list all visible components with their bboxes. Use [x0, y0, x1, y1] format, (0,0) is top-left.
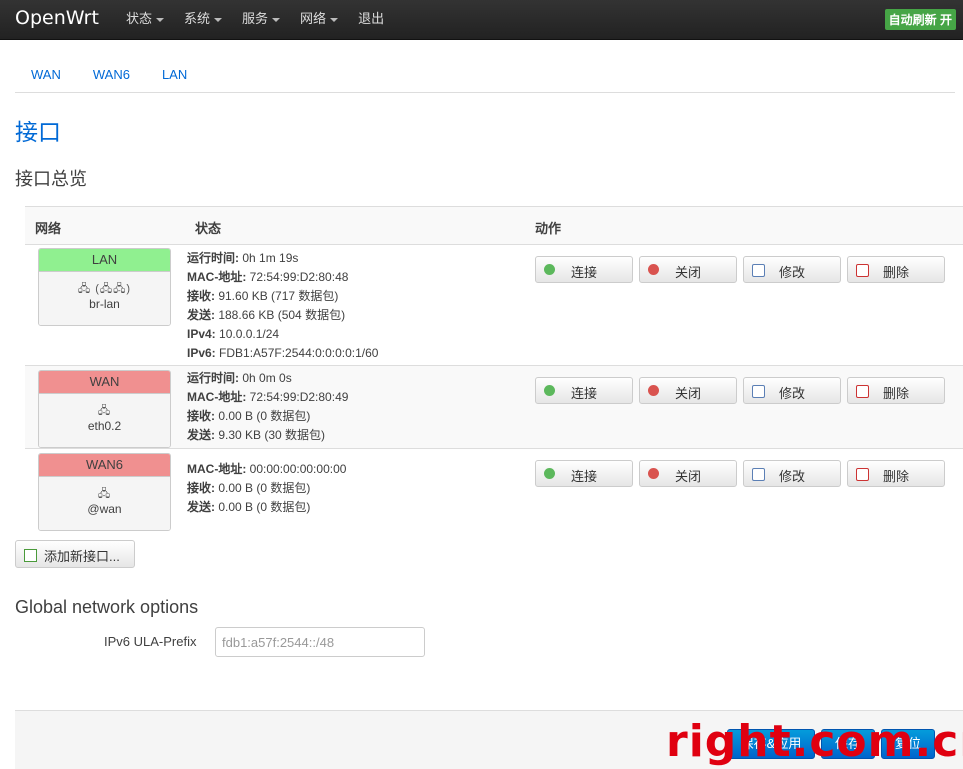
section-title: 接口总览 [15, 169, 87, 190]
connect-button[interactable]: 连接 [535, 256, 633, 283]
menu-system[interactable]: 系统 [174, 0, 232, 39]
edit-button[interactable]: 修改 [743, 377, 841, 404]
menu-logout[interactable]: 退出 [348, 0, 394, 39]
reset-button[interactable]: 复位 [881, 729, 935, 759]
table-row: WAN6 🖧 @wan MAC-地址: 00:00:00:00:00:00 接收… [25, 449, 963, 533]
global-options-title: Global network options [15, 597, 199, 617]
ula-prefix-label: IPv6 ULA-Prefix [104, 634, 197, 649]
chevron-down-icon [214, 17, 223, 22]
connect-button[interactable]: 连接 [535, 460, 633, 487]
status-line: 运行时间: 0h 0m 0s [187, 371, 292, 385]
main-menu: 状态 系统 服务 网络 退出 [116, 0, 394, 39]
device-name: @wan [87, 502, 122, 516]
interface-name: WAN6 [39, 454, 170, 477]
tab-wan6[interactable]: WAN6 [77, 58, 146, 92]
status-line: IPv6: FDB1:A57F:2544:0:0:0:0:1/60 [187, 346, 379, 360]
network-port-icon: 🖧 [97, 405, 112, 417]
add-icon [24, 549, 37, 562]
add-interface-button[interactable]: 添加新接口... [15, 540, 135, 568]
status-line: 接收: 0.00 B (0 数据包) [187, 409, 311, 423]
status-line: 接收: 91.60 KB (717 数据包) [187, 289, 339, 303]
status-line: IPv4: 10.0.0.1/24 [187, 327, 280, 341]
connect-button[interactable]: 连接 [535, 377, 633, 404]
form-actions: 保存&应用 保存 复位 [15, 710, 963, 769]
ula-prefix-input[interactable] [215, 627, 425, 657]
status-line: 发送: 0.00 B (0 数据包) [187, 500, 311, 514]
tab-lan[interactable]: LAN [146, 58, 203, 92]
delete-button[interactable]: 删除 [847, 256, 945, 283]
column-header-network: 网络 [35, 221, 62, 236]
table-row: LAN 🖧 (🖧🖧) br-lan 运行时间: 0h 1m 19s MAC-地址… [25, 245, 963, 366]
save-apply-button[interactable]: 保存&应用 [727, 729, 815, 759]
edit-button[interactable]: 修改 [743, 256, 841, 283]
network-alias-icon: 🖧 [97, 488, 112, 500]
edit-button[interactable]: 修改 [743, 460, 841, 487]
interface-badge-wan6[interactable]: WAN6 🖧 @wan [38, 453, 171, 531]
status-line: 发送: 9.30 KB (30 数据包) [187, 428, 326, 442]
stop-button[interactable]: 关闭 [639, 377, 737, 404]
status-line: 接收: 0.00 B (0 数据包) [187, 481, 311, 495]
delete-button[interactable]: 删除 [847, 377, 945, 404]
save-button[interactable]: 保存 [821, 729, 875, 759]
network-port-icon: 🖧 (🖧🖧) [77, 283, 132, 295]
interface-status: MAC-地址: 00:00:00:00:00:00 接收: 0.00 B (0 … [187, 460, 346, 517]
interface-badge-lan[interactable]: LAN 🖧 (🖧🖧) br-lan [38, 248, 171, 326]
column-header-actions: 动作 [535, 221, 562, 236]
table-row: WAN 🖧 eth0.2 运行时间: 0h 0m 0s MAC-地址: 72:5… [25, 366, 963, 449]
interface-status: 运行时间: 0h 1m 19s MAC-地址: 72:54:99:D2:80:4… [187, 249, 378, 363]
stop-button[interactable]: 关闭 [639, 460, 737, 487]
interface-name: WAN [39, 371, 170, 394]
menu-services[interactable]: 服务 [232, 0, 290, 39]
tab-wan[interactable]: WAN [15, 58, 77, 92]
brand-logo[interactable]: OpenWrt [15, 7, 99, 29]
status-line: MAC-地址: 72:54:99:D2:80:49 [187, 390, 349, 404]
device-name: br-lan [89, 297, 120, 311]
device-name: eth0.2 [87, 419, 122, 433]
table-header: 网络 状态 动作 [25, 206, 963, 245]
interface-badge-wan[interactable]: WAN 🖧 eth0.2 [38, 370, 171, 448]
interface-status: 运行时间: 0h 0m 0s MAC-地址: 72:54:99:D2:80:49… [187, 369, 348, 445]
stop-button[interactable]: 关闭 [639, 256, 737, 283]
status-line: MAC-地址: 00:00:00:00:00:00 [187, 462, 347, 476]
page-title: 接口 [15, 120, 61, 146]
column-header-status: 状态 [195, 221, 222, 236]
interface-tabs: WAN WAN6 LAN [15, 58, 955, 93]
interfaces-table: 网络 状态 动作 LAN 🖧 (🖧🖧) br-lan 运行时间: 0h 1m 1… [25, 206, 963, 533]
status-line: MAC-地址: 72:54:99:D2:80:48 [187, 270, 349, 284]
delete-button[interactable]: 删除 [847, 460, 945, 487]
top-navbar: OpenWrt 状态 系统 服务 网络 退出 自动刷新 开 [0, 0, 963, 40]
menu-status[interactable]: 状态 [116, 0, 174, 39]
interface-name: LAN [39, 249, 170, 272]
menu-network[interactable]: 网络 [290, 0, 348, 39]
chevron-down-icon [156, 17, 165, 22]
chevron-down-icon [272, 17, 281, 22]
chevron-down-icon [330, 17, 339, 22]
status-line: 发送: 188.66 KB (504 数据包) [187, 308, 346, 322]
autorefresh-toggle[interactable]: 自动刷新 开 [884, 9, 956, 30]
status-line: 运行时间: 0h 1m 19s [187, 251, 299, 265]
